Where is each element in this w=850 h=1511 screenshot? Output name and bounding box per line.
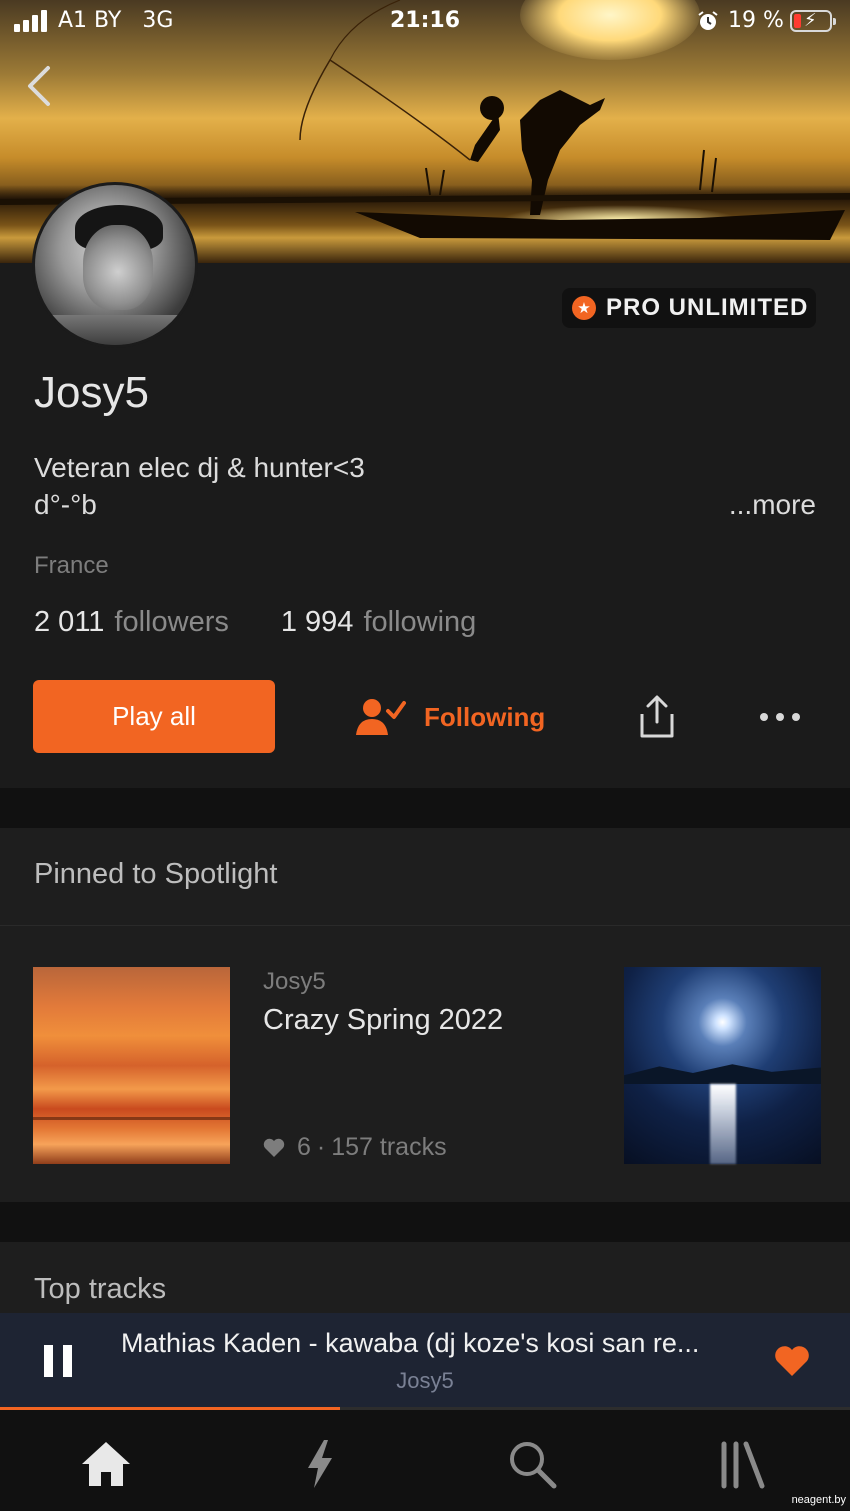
star-icon: ★ — [572, 296, 596, 320]
battery-icon: ⚡ — [790, 10, 836, 32]
like-count: 6 — [297, 1133, 311, 1161]
bio-line-2: d°-°b — [34, 489, 97, 520]
now-playing-artist: Josy5 — [396, 1368, 454, 1393]
section-divider — [0, 1202, 850, 1242]
profile-stats: 2 011 followers 1 994 following — [34, 606, 476, 639]
play-all-button[interactable]: Play all — [33, 680, 275, 753]
following-count: 1 994 — [280, 606, 354, 638]
section-divider — [0, 788, 850, 828]
like-heart-icon[interactable] — [774, 1344, 810, 1378]
battery-percent: 19 % — [728, 8, 784, 33]
bio-more-link[interactable]: ...more — [729, 489, 816, 521]
followers-label: followers — [114, 606, 229, 638]
top-tracks-title: Top tracks — [34, 1273, 167, 1305]
avatar[interactable] — [32, 182, 198, 348]
now-playing-title[interactable]: Mathias Kaden - kawaba (dj koze's kosi s… — [121, 1328, 741, 1359]
more-options-icon[interactable] — [760, 702, 800, 732]
profile-name: Josy5 — [34, 368, 149, 417]
search-icon[interactable] — [506, 1438, 558, 1490]
alarm-icon — [698, 11, 718, 30]
library-icon[interactable] — [718, 1438, 770, 1490]
spotlight-user[interactable]: Josy5 — [263, 968, 326, 996]
followers-stat[interactable]: 2 011 followers — [34, 606, 229, 639]
track-count: 157 tracks — [331, 1133, 447, 1161]
spotlight-playlist-title[interactable]: Crazy Spring 2022 — [263, 1004, 503, 1037]
profile-country: France — [34, 552, 109, 579]
spotlight-meta: 6 · 157 tracks — [263, 1133, 447, 1162]
bio-line-1: Veteran elec dj & hunter<3 — [34, 452, 365, 483]
share-icon[interactable] — [636, 694, 678, 740]
following-button[interactable]: Following — [356, 690, 545, 744]
badge-label: PRO UNLIMITED — [606, 294, 809, 321]
meta-separator: · — [316, 1133, 326, 1161]
next-item-artwork[interactable] — [624, 967, 821, 1164]
status-bar: A1 BY 3G 21:16 19 % ⚡ — [0, 0, 850, 44]
pro-unlimited-badge: ★ PRO UNLIMITED — [562, 288, 816, 328]
heart-icon — [263, 1138, 285, 1157]
stream-icon[interactable] — [294, 1438, 346, 1490]
status-time: 21:16 — [389, 8, 461, 33]
spotlight-title: Pinned to Spotlight — [34, 858, 278, 890]
followers-count: 2 011 — [34, 606, 105, 638]
back-button[interactable] — [22, 62, 58, 110]
watermark: neagent.by — [791, 1494, 846, 1506]
playlist-artwork[interactable] — [33, 967, 230, 1164]
following-button-label: Following — [424, 701, 546, 732]
user-check-icon — [356, 699, 406, 735]
home-icon[interactable] — [80, 1438, 132, 1490]
following-label: following — [363, 606, 477, 638]
following-stat[interactable]: 1 994 following — [281, 606, 476, 639]
